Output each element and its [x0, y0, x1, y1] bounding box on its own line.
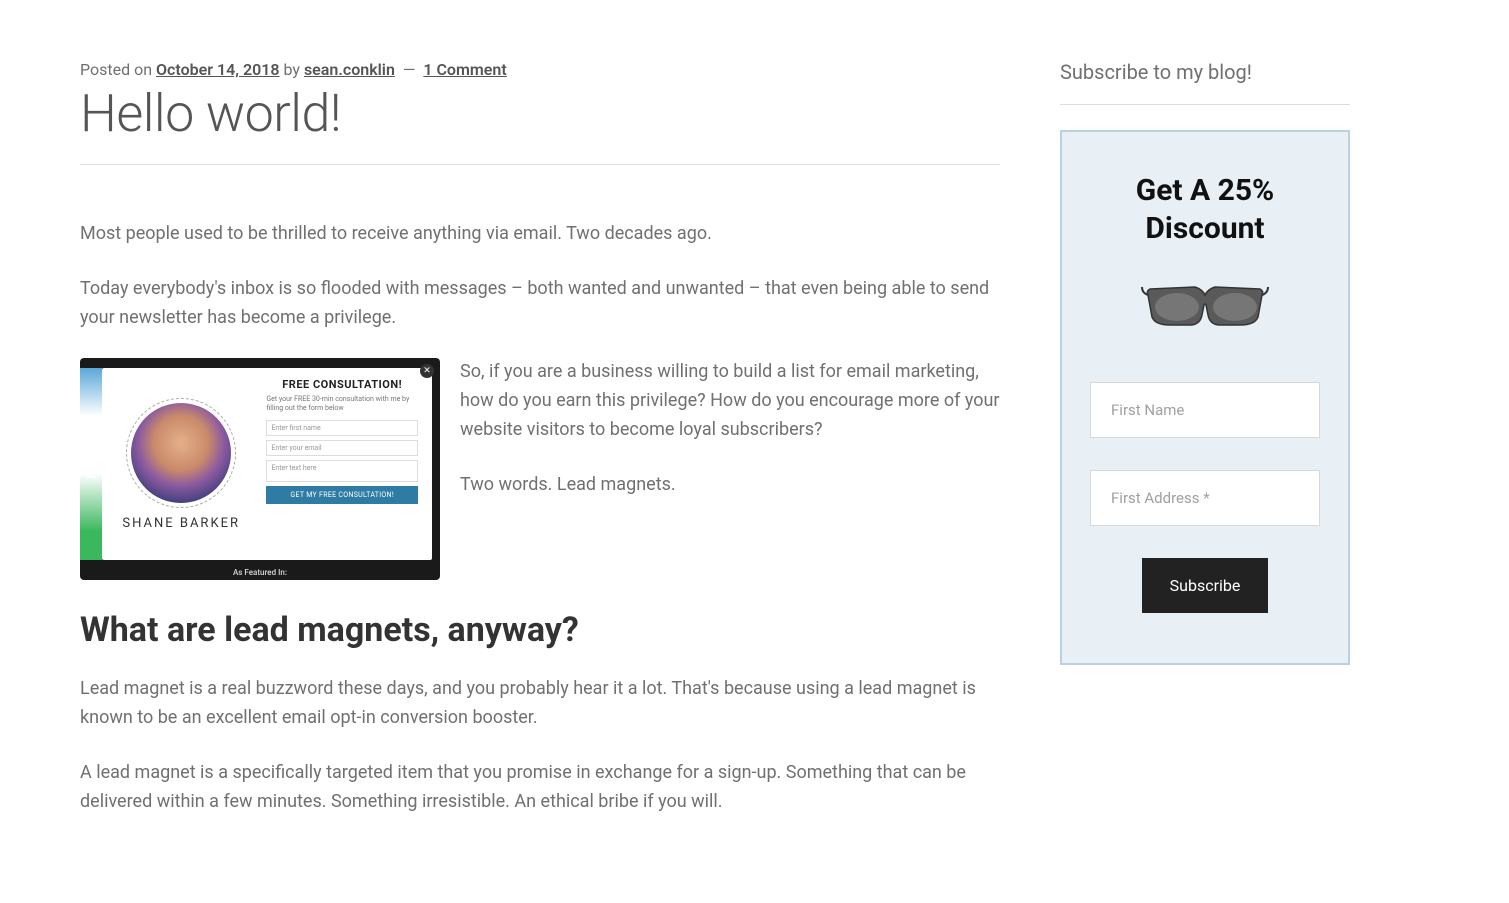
sidebar: Subscribe to my blog! Get A 25% Discount…: [1060, 60, 1350, 843]
sidebar-title: Subscribe to my blog!: [1060, 60, 1350, 84]
subscribe-heading: Get A 25% Discount: [1090, 172, 1320, 247]
post-meta: Posted on October 14, 2018 by sean.conkl…: [80, 60, 1000, 79]
popup-footer-text: As Featured In:: [80, 568, 440, 577]
paragraph: Lead magnet is a real buzzword these day…: [80, 675, 1000, 733]
popup-card: SHANE BARKER ✕ FREE CONSULTATION! Get yo…: [102, 368, 432, 560]
meta-separator: —: [399, 60, 419, 79]
popup-input-email: Enter your email: [266, 440, 418, 456]
post-author-link[interactable]: sean.conklin: [304, 60, 395, 79]
section-heading: What are lead magnets, anyway?: [80, 610, 1000, 650]
embedded-screenshot: E L SHANE BARKER ✕ FREE CONSULTATION!: [80, 358, 440, 580]
meta-by: by: [280, 60, 304, 79]
avatar-circle: [126, 398, 236, 508]
avatar-illustration: [131, 403, 231, 503]
article: Posted on October 14, 2018 by sean.conkl…: [80, 60, 1000, 843]
popup-input-name: Enter first name: [266, 420, 418, 436]
paragraph: Today everybody's inbox is so flooded wi…: [80, 275, 1000, 333]
paragraph: Most people used to be thrilled to recei…: [80, 220, 1000, 249]
close-icon: ✕: [420, 364, 434, 378]
post-content: Most people used to be thrilled to recei…: [80, 220, 1000, 817]
title-divider: [80, 164, 1000, 165]
popup-cta-button: GET MY FREE CONSULTATION!: [266, 486, 418, 504]
paragraph: A lead magnet is a specifically targeted…: [80, 759, 1000, 817]
sunglasses-icon: [1140, 277, 1270, 332]
subscribe-box: Get A 25% Discount Subscribe: [1060, 130, 1350, 665]
post-comments-link[interactable]: 1 Comment: [423, 60, 506, 79]
popup-heading: FREE CONSULTATION!: [266, 378, 418, 391]
popup-left: SHANE BARKER: [102, 368, 260, 560]
background-edge: E L: [80, 368, 102, 560]
subscribe-button[interactable]: Subscribe: [1142, 558, 1269, 613]
address-input[interactable]: [1090, 470, 1320, 526]
popup-subtext: Get your FREE 30-min consultation with m…: [266, 395, 418, 413]
avatar-name: SHANE BARKER: [122, 516, 240, 531]
first-name-input[interactable]: [1090, 382, 1320, 438]
popup-screenshot: E L SHANE BARKER ✕ FREE CONSULTATION!: [80, 358, 440, 580]
post-title: Hello world!: [80, 83, 1000, 144]
edge-letter: L: [86, 464, 96, 482]
sidebar-divider: [1060, 104, 1350, 105]
meta-posted-on: Posted on: [80, 60, 156, 79]
post-date-link[interactable]: October 14, 2018: [156, 60, 280, 79]
popup-input-text: Enter text here: [266, 460, 418, 482]
popup-right: ✕ FREE CONSULTATION! Get your FREE 30-mi…: [260, 368, 432, 560]
